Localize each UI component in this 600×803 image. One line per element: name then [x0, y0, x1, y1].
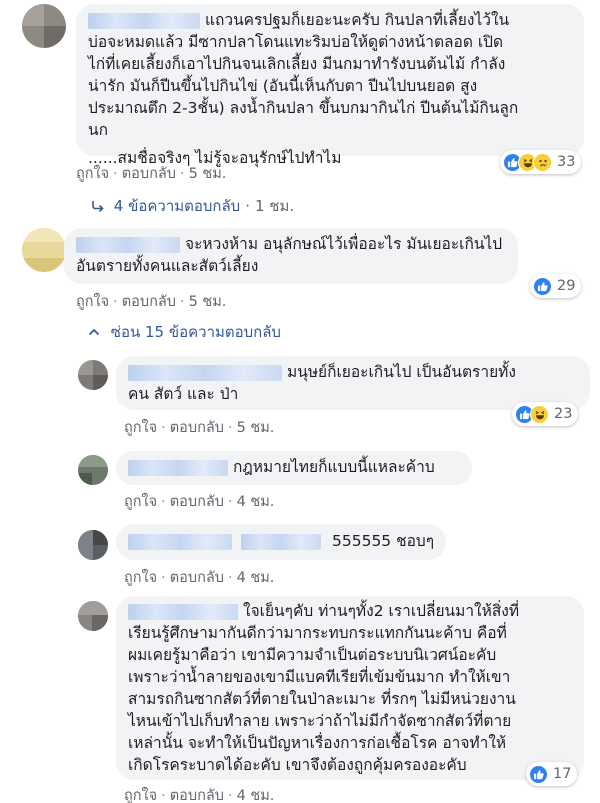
reaction-count: 29 — [557, 278, 576, 294]
like-link[interactable]: ถูกใจ — [76, 294, 109, 310]
comment-line: น่ารัก มันก็ปีนขึ้นไปกินไข่ (อันนี้เห็นก… — [88, 77, 478, 95]
author-name[interactable] — [128, 533, 232, 550]
comment-actions: ถูกใจ · ตอบกลับ · 5 ชม. — [76, 166, 227, 182]
avatar[interactable] — [22, 4, 66, 48]
comment-line: บ่อจะหมดแล้ว มีซากปลาโดนแทะริมบ่อให้ดูต่… — [88, 33, 504, 51]
reply-link[interactable]: ตอบกลับ — [170, 420, 224, 436]
author-name[interactable] — [128, 364, 282, 381]
comment-bubble: แถวนครปฐมก็เยอะนะครับ กินปลาที่เลี้ยงไว้… — [76, 4, 584, 167]
comment-line: นก — [88, 121, 108, 139]
reply-link[interactable]: ตอบกลับ — [122, 294, 176, 310]
chevron-up-icon — [88, 323, 100, 341]
avatar[interactable] — [78, 601, 108, 631]
reaction-summary[interactable]: 29 — [530, 274, 582, 298]
like-link[interactable]: ถูกใจ — [124, 570, 157, 586]
author-name[interactable] — [88, 12, 200, 29]
comment-timestamp[interactable]: 4 ชม. — [237, 788, 275, 803]
reply-link[interactable]: ตอบกลับ — [170, 494, 224, 510]
reply-link[interactable]: ตอบกลับ — [170, 570, 224, 586]
comment-bubble: จะหวงห้าม อนุลักษณ์ไว้เพื่ออะไร มันเยอะเ… — [64, 228, 518, 284]
reaction-count: 23 — [554, 406, 573, 422]
reply-link[interactable]: ตอบกลับ — [170, 788, 224, 803]
reply-actions: ถูกใจ · ตอบกลับ · 4 ชม. — [124, 494, 275, 510]
like-link[interactable]: ถูกใจ — [124, 494, 157, 510]
avatar[interactable] — [78, 530, 108, 560]
reaction-summary[interactable]: 33 — [500, 150, 582, 174]
comment-timestamp[interactable]: 5 ชม. — [237, 420, 275, 436]
comment-line: ไก่ที่เคยเลี้ยงก็เอาไปกินจนเลิกเลี้ยง มี… — [88, 55, 506, 73]
hide-replies-link[interactable]: ซ่อน 15 ข้อความตอบกลับ — [88, 320, 281, 344]
author-name[interactable] — [76, 236, 180, 253]
reply-actions: ถูกใจ · ตอบกลับ · 4 ชม. — [124, 570, 275, 586]
comment-line: จะหวงห้าม อนุลักษณ์ไว้เพื่ออะไร มันเยอะเ… — [76, 233, 506, 255]
reply-link[interactable]: ตอบกลับ — [122, 166, 176, 182]
like-link[interactable]: ถูกใจ — [124, 420, 157, 436]
reply-bubble: กฎหมายไทยก็แบบนี้แหละค้าบ — [116, 451, 472, 485]
author-name-part — [241, 533, 321, 550]
like-link[interactable]: ถูกใจ — [76, 166, 109, 182]
comment-line: เกิดโรคระบาดได้อะคับ เขาจึงต้องถูกคุ้มคร… — [128, 756, 467, 774]
reaction-count: 33 — [557, 154, 576, 170]
author-name[interactable] — [128, 603, 238, 620]
comment-line: คน สัตว์ และ ป่า — [128, 385, 239, 403]
comment-timestamp[interactable]: 5 ชม. — [189, 166, 227, 182]
reply-actions: ถูกใจ · ตอบกลับ · 4 ชม. — [124, 788, 275, 803]
comment-line: อันตรายทั้งคนและสัตว์เลี้ยง — [76, 257, 259, 275]
like-reaction-icon — [529, 764, 548, 784]
comment-timestamp[interactable]: 4 ชม. — [237, 570, 275, 586]
comment-line: เหล่านั้น จะทำให้เป็นปัญหาเรื่องการก่อเช… — [128, 734, 507, 752]
comment-line: ประมาณตึก 2-3ชั้น) ลงน้ำกินปลา ขึ้นบกมาก… — [88, 99, 519, 117]
comment-line: แถวนครปฐมก็เยอะนะครับ กินปลาที่เลี้ยงไว้… — [88, 9, 572, 31]
reply-bubble: 555555 ชอบๆ — [116, 524, 446, 560]
like-reaction-icon — [533, 276, 552, 296]
reply-arrow-icon — [90, 197, 104, 215]
comment-timestamp[interactable]: 4 ชม. — [237, 494, 275, 510]
comment-line: กฎหมายไทยก็แบบนี้แหละค้าบ — [128, 456, 460, 478]
comment-line: มนุษย์ก็เยอะเกินไป เป็นอันตรายทั้ง — [128, 361, 578, 383]
avatar[interactable] — [22, 228, 66, 272]
comment-line: เรียนรู้ศึกษามากันดีกว่ามากระทบกระแทกกัน… — [128, 624, 507, 642]
comment-timestamp[interactable]: 5 ชม. — [189, 294, 227, 310]
comment-line: สามรถกินซากสัตว์ที่ตายในป่าละเมาะ ที่รกๆ… — [128, 690, 516, 708]
comment-actions: ถูกใจ · ตอบกลับ · 5 ชม. — [76, 294, 227, 310]
like-link[interactable]: ถูกใจ — [124, 788, 157, 803]
author-name[interactable] — [128, 459, 228, 476]
avatar[interactable] — [78, 360, 108, 390]
reaction-summary[interactable]: 17 — [526, 762, 578, 786]
comment-line: ใจเย็นๆคับ ท่านๆทั้ง2 เราเปลี่ยนมาให้สิ่… — [128, 600, 572, 622]
comment-line: ผมเคยรู้มาคือว่า เขามีความจำเป็นต่อระบบน… — [128, 646, 497, 664]
reply-actions: ถูกใจ · ตอบกลับ · 5 ชม. — [124, 420, 275, 436]
replies-timestamp: 1 ชม. — [254, 197, 295, 215]
view-replies-link[interactable]: 4 ข้อความตอบกลับ · 1 ชม. — [90, 194, 294, 218]
sad-reaction-icon — [533, 152, 552, 172]
reply-bubble: ใจเย็นๆคับ ท่านๆทั้ง2 เราเปลี่ยนมาให้สิ่… — [116, 596, 584, 780]
comment-line: 555555 ชอบๆ — [128, 530, 434, 552]
reaction-count: 17 — [553, 766, 572, 782]
avatar[interactable] — [78, 455, 108, 485]
comment-line: ไหนเข้าไปเก็บทำลาย เพราะว่าถ้าไม่มีกำจัด… — [128, 712, 512, 730]
comment-line: เพราะว่าน้ำลายของเขามีแบคทีเรียที่เข้มข้… — [128, 668, 511, 686]
haha-reaction-icon — [530, 404, 549, 424]
reaction-summary[interactable]: 23 — [512, 402, 579, 426]
